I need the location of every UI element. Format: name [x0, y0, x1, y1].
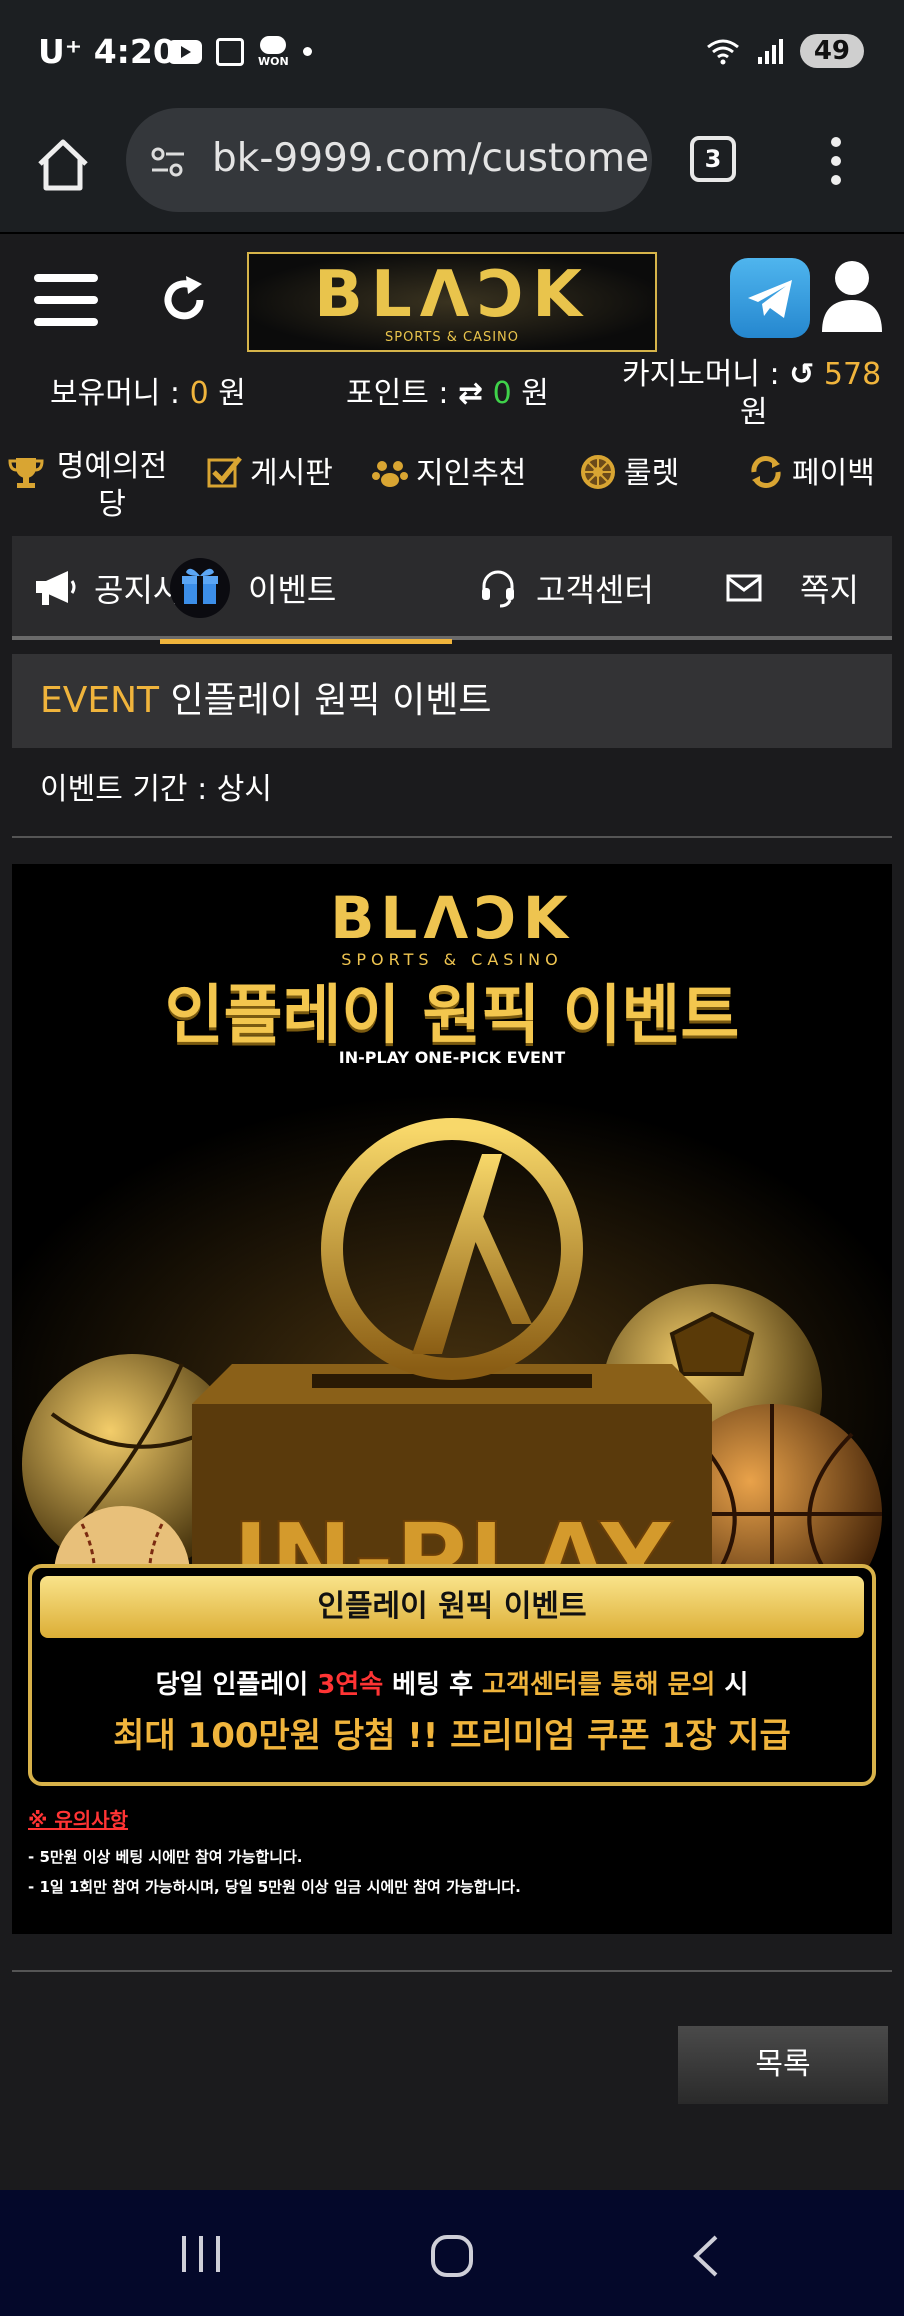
- paw-icon: [372, 461, 408, 487]
- site-settings-icon[interactable]: [148, 142, 188, 182]
- logo-text: BLΛƆK: [314, 258, 590, 332]
- won-icon: WON: [258, 36, 289, 67]
- trophy-icon: [8, 458, 44, 488]
- browser-toolbar: bk-9999.com/customer 3: [0, 100, 904, 234]
- notice-item: - 1일 1회만 참여 가능하시며, 당일 5만원 이상 입금 시에만 참여 가…: [28, 1878, 521, 1896]
- clock: 4:20: [93, 32, 176, 71]
- back-nav-icon[interactable]: [690, 2234, 720, 2278]
- gift-icon: [170, 558, 230, 618]
- megaphone-icon: [36, 571, 76, 605]
- status-time: U⁺ 4:20: [38, 32, 176, 71]
- banner-logo: BLΛƆK: [330, 884, 574, 952]
- user-icon[interactable]: [820, 258, 884, 334]
- envelope-icon: [726, 574, 762, 602]
- notification-icons: WON: [168, 36, 312, 67]
- more-menu-icon[interactable]: [830, 136, 842, 186]
- quick-menu-referral[interactable]: 지인추천: [372, 448, 526, 492]
- promo-box: 인플레이 원픽 이벤트 당일 인플레이 3연속 베팅 후 고객센터를 통해 문의…: [28, 1564, 876, 1786]
- promo-heading: 인플레이 원픽 이벤트: [40, 1576, 864, 1638]
- logo-subtext: SPORTS & CASINO: [384, 330, 520, 345]
- hamburger-menu-icon[interactable]: [34, 274, 98, 326]
- notice-heading: ※ 유의사항: [28, 1808, 129, 1832]
- tab-customer-center[interactable]: 고객센터: [478, 536, 654, 640]
- post-title-text: 인플레이 원픽 이벤트: [170, 680, 492, 721]
- signal-icon: [757, 39, 783, 64]
- banner-subtitle: IN-PLAY ONE-PICK EVENT: [338, 1048, 566, 1067]
- quick-menu-payback[interactable]: 페이백: [748, 448, 875, 492]
- tab-switcher-button[interactable]: 3: [690, 136, 736, 182]
- recent-apps-icon[interactable]: [178, 2234, 224, 2274]
- site-logo[interactable]: BLΛƆK SPORTS & CASINO: [247, 252, 657, 352]
- event-banner: BLΛƆK SPORTS & CASINO 인플레이 원픽 이벤트 IN-PLA…: [12, 864, 892, 1934]
- post-title: EVENT 인플레이 원픽 이벤트: [12, 654, 892, 748]
- roulette-icon: [581, 455, 615, 489]
- payback-icon: [751, 456, 781, 488]
- post-category: EVENT: [40, 680, 160, 721]
- headset-icon: [482, 570, 514, 608]
- refresh-icon[interactable]: [156, 272, 212, 328]
- youtube-icon: [168, 39, 202, 64]
- promo-condition: 당일 인플레이 3연속 베팅 후 고객센터를 통해 문의 시: [155, 1670, 749, 1700]
- telegram-icon[interactable]: [730, 258, 810, 338]
- status-bar: U⁺ 4:20 WON 49: [0, 0, 904, 100]
- battery-indicator: 49: [799, 34, 864, 68]
- quick-menu-roulette[interactable]: 룰렛: [580, 448, 679, 492]
- quick-menu: 명예의전당 게시판 지인추천 룰렛 페이백: [0, 440, 904, 522]
- address-bar[interactable]: bk-9999.com/customer: [126, 108, 652, 212]
- quick-menu-hall-of-fame[interactable]: 명예의전당: [8, 448, 172, 524]
- content-divider: [12, 1970, 892, 1972]
- site-header: BLΛƆK SPORTS & CASINO 보유머니 : 0 원 포인트 : ⇄…: [0, 236, 904, 526]
- screenshot-icon: [216, 37, 244, 66]
- banner-title: 인플레이 원픽 이벤트: [164, 979, 740, 1053]
- tab-event[interactable]: 이벤트: [160, 536, 452, 644]
- url-text[interactable]: bk-9999.com/customer: [212, 136, 652, 181]
- wifi-icon: [706, 39, 739, 65]
- checkbox-icon: [207, 456, 242, 488]
- list-button[interactable]: 목록: [678, 2026, 888, 2104]
- casino-balance: 카지노머니 : ↺ 578 원: [622, 357, 882, 430]
- home-nav-icon[interactable]: [430, 2234, 474, 2278]
- tab-messages[interactable]: 쪽지: [726, 536, 859, 640]
- points-balance: 포인트 : ⇄ 0 원: [346, 376, 549, 411]
- promo-reward: 최대 100만원 당첨 !! 프리미엄 쿠폰 1장 지급: [113, 1716, 791, 1756]
- exchange-icon[interactable]: ⇄: [458, 376, 483, 411]
- balance-row: 보유머니 : 0 원 포인트 : ⇄ 0 원 카지노머니 : ↺ 578 원: [0, 357, 904, 432]
- carrier-label: U⁺: [38, 32, 83, 71]
- notice-item: - 5만원 이상 베팅 시에만 참여 가능합니다.: [28, 1848, 303, 1866]
- event-period: 이벤트 기간 : 상시: [12, 760, 892, 838]
- holdings-balance: 보유머니 : 0 원: [50, 376, 246, 411]
- quick-menu-board[interactable]: 게시판: [206, 448, 333, 492]
- section-tabs: 공지사항 이벤트 고객센터 쪽지: [12, 536, 892, 644]
- android-navigation-bar: [0, 2190, 904, 2316]
- dot-icon: [302, 47, 312, 56]
- casino-refresh-icon[interactable]: ↺: [789, 357, 814, 392]
- home-icon[interactable]: [34, 136, 92, 194]
